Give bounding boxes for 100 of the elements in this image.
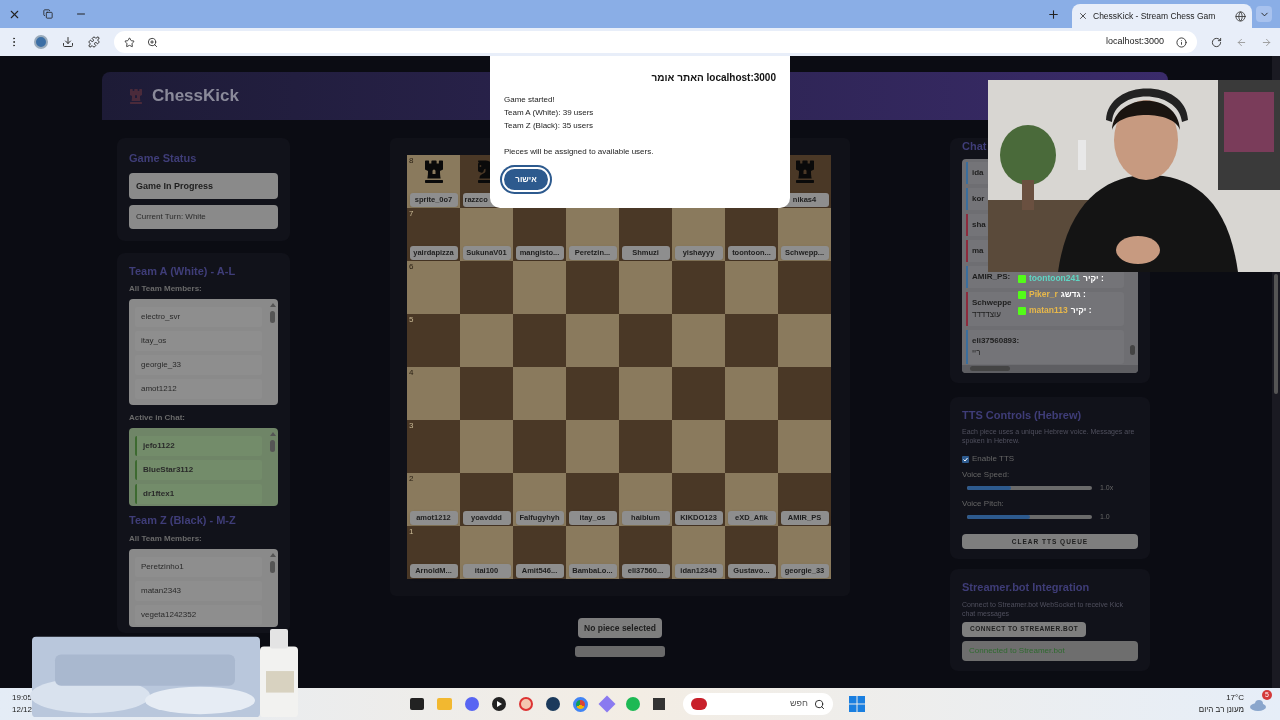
- light-square[interactable]: [566, 314, 619, 367]
- dark-square[interactable]: [672, 367, 725, 420]
- dark-square[interactable]: [778, 367, 831, 420]
- slider-track[interactable]: [967, 514, 1092, 519]
- dark-square[interactable]: [778, 261, 831, 314]
- light-square[interactable]: 4: [407, 367, 460, 420]
- dialog-line: Team A (White): 39 users: [504, 107, 595, 119]
- zoom-icon[interactable]: [147, 36, 158, 48]
- dialog-title: localhost:3000 האתר אומר: [650, 71, 776, 85]
- extensions-icon[interactable]: [88, 36, 100, 48]
- rank-label: 5: [409, 315, 414, 324]
- browser-icon[interactable]: [573, 696, 589, 712]
- search-placeholder: חפש: [790, 697, 809, 711]
- slider-fill[interactable]: [967, 514, 1030, 519]
- light-square[interactable]: [566, 420, 619, 473]
- active-user[interactable]: BlueStar3112: [135, 460, 262, 480]
- dark-square[interactable]: [619, 420, 672, 473]
- slider-track[interactable]: [967, 486, 1092, 491]
- horizontal-scrollbar[interactable]: [962, 364, 1138, 373]
- current-turn: Current Turn: White: [129, 204, 278, 229]
- light-square[interactable]: 6: [407, 261, 460, 314]
- weather-text: מעונן רב היום: [1198, 704, 1244, 716]
- section-title: Streamer.bot Integration: [962, 580, 1090, 595]
- overlay-username: matan113: [1029, 304, 1068, 317]
- chat-text: ריי: [972, 346, 982, 359]
- dark-square[interactable]: [566, 367, 619, 420]
- dark-square[interactable]: [460, 261, 513, 314]
- rook-logo-icon: [130, 88, 142, 104]
- light-square[interactable]: [778, 314, 831, 367]
- dark-square[interactable]: [619, 314, 672, 367]
- scroll-up-icon[interactable]: [269, 303, 276, 307]
- taskbar-search[interactable]: חפש: [683, 693, 834, 715]
- light-square[interactable]: [619, 261, 672, 314]
- active-user[interactable]: jefo1122: [135, 436, 262, 456]
- member-item[interactable]: amot1212: [135, 379, 262, 399]
- dark-square[interactable]: [513, 420, 566, 473]
- dark-square[interactable]: 3: [407, 420, 460, 473]
- member-item[interactable]: electro_svr: [135, 307, 262, 327]
- play-icon[interactable]: [492, 697, 507, 711]
- light-square[interactable]: [672, 420, 725, 473]
- rank-label: 1: [409, 527, 414, 536]
- info-icon[interactable]: [1176, 36, 1187, 48]
- light-square[interactable]: [460, 420, 513, 473]
- forward-icon[interactable]: [1261, 36, 1272, 48]
- checkbox[interactable]: [962, 455, 969, 463]
- scrollbar-thumb[interactable]: [1130, 344, 1135, 355]
- dark-square[interactable]: [460, 367, 513, 420]
- dark-square[interactable]: 5: [407, 314, 460, 367]
- light-square[interactable]: [725, 367, 778, 420]
- dark-square[interactable]: [725, 314, 778, 367]
- active-user[interactable]: dr1ftex1: [135, 484, 262, 504]
- light-square[interactable]: [513, 261, 566, 314]
- scrollbar-thumb[interactable]: [270, 311, 275, 323]
- dark-square[interactable]: [725, 420, 778, 473]
- overlay-username: Piker_r: [1029, 288, 1058, 301]
- folder-icon[interactable]: [437, 698, 453, 710]
- light-square[interactable]: [619, 367, 672, 420]
- back-icon[interactable]: [1236, 36, 1247, 48]
- terminal-icon[interactable]: [410, 698, 425, 710]
- game-state: Game In Progress: [129, 172, 278, 199]
- dark-square[interactable]: [513, 314, 566, 367]
- dark-square[interactable]: [672, 261, 725, 314]
- scroll-up-icon[interactable]: [269, 432, 276, 436]
- window-icon[interactable]: [653, 698, 666, 710]
- new-tab-icon[interactable]: [1047, 7, 1060, 21]
- member-item[interactable]: Peretzinho1: [135, 556, 262, 577]
- address-bar[interactable]: localhost:3000: [114, 31, 1197, 53]
- member-item[interactable]: matan2343: [135, 580, 262, 601]
- restore-icon[interactable]: [43, 9, 53, 19]
- light-square[interactable]: [672, 314, 725, 367]
- reload-icon[interactable]: [1211, 36, 1222, 48]
- clock-date: 12/12: [12, 704, 33, 716]
- team-title: Team Z (Black) - M-Z: [129, 513, 237, 528]
- overlay-message: : יקיר: [1070, 304, 1092, 317]
- search-icon: [814, 698, 826, 710]
- chat-text: עוצדדדד: [972, 308, 1002, 321]
- chat-user: kor: [972, 192, 985, 205]
- close-tab-icon[interactable]: [1078, 11, 1088, 21]
- member-item[interactable]: georgie_33: [135, 355, 262, 375]
- page-scrollbar-thumb[interactable]: [1274, 274, 1278, 394]
- windows-logo-icon[interactable]: [849, 696, 866, 712]
- rook-icon: [422, 159, 445, 183]
- member-item[interactable]: itay_os: [135, 331, 262, 351]
- light-square[interactable]: [778, 420, 831, 473]
- scrollbar-thumb[interactable]: [270, 560, 275, 573]
- member-item[interactable]: vegeta1242352: [135, 604, 262, 625]
- light-square[interactable]: [460, 314, 513, 367]
- scrollbar-thumb[interactable]: [270, 440, 275, 452]
- profile-icon[interactable]: [34, 35, 48, 49]
- browser-tab[interactable]: ChessKick - Stream Chess Gam: [1072, 4, 1252, 28]
- ok-button[interactable]: אישור: [502, 167, 550, 192]
- download-icon[interactable]: [62, 36, 74, 48]
- star-icon[interactable]: [124, 36, 135, 48]
- light-square[interactable]: [513, 367, 566, 420]
- app-icon[interactable]: [519, 697, 534, 711]
- dark-square[interactable]: [566, 261, 619, 314]
- scroll-up-icon[interactable]: [269, 552, 276, 557]
- slider-fill[interactable]: [967, 486, 1011, 491]
- tab-menu-button[interactable]: [1256, 6, 1272, 22]
- light-square[interactable]: [725, 261, 778, 314]
